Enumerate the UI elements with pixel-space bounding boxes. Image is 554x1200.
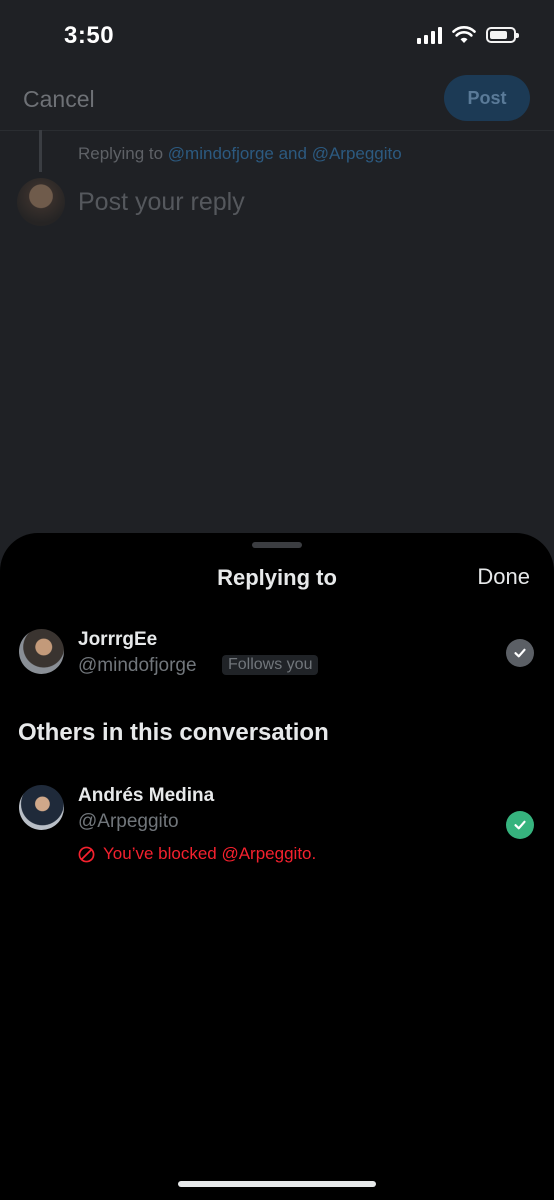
avatar <box>19 785 64 830</box>
user-handle: @Arpeggito <box>78 811 179 832</box>
avatar <box>17 178 65 226</box>
avatar <box>19 629 64 674</box>
user-handle: @mindofjorge <box>78 655 197 676</box>
user-name: JorrrgEe <box>78 629 158 650</box>
wifi-icon <box>452 26 476 43</box>
cancel-button[interactable]: Cancel <box>23 86 95 113</box>
thread-line <box>39 130 42 172</box>
others-section-title: Others in this conversation <box>18 719 329 746</box>
done-button[interactable]: Done <box>477 564 530 590</box>
status-icons <box>417 26 519 44</box>
post-button[interactable]: Post <box>444 75 530 121</box>
replying-to-handles[interactable]: @mindofjorge and @Arpeggito <box>168 144 402 163</box>
cellular-signal-icon <box>417 26 442 44</box>
user-name: Andrés Medina <box>78 785 215 806</box>
replying-to-sheet: Replying to Done JorrrgEe @mindofjorge F… <box>0 533 554 1200</box>
blocked-notice: You’ve blocked @Arpeggito. <box>78 844 316 864</box>
blocked-notice-text: You’ve blocked @Arpeggito. <box>103 844 317 863</box>
reply-input[interactable]: Post your reply <box>78 188 245 217</box>
replying-to-prefix: Replying to <box>78 144 164 163</box>
follows-you-badge: Follows you <box>222 655 319 675</box>
primary-user-row[interactable]: JorrrgEe @mindofjorge Follows you <box>0 625 554 685</box>
status-time: 3:50 <box>64 22 115 49</box>
battery-icon <box>486 27 519 43</box>
compose-header: Cancel Post <box>0 70 554 131</box>
selected-check-icon[interactable] <box>506 639 534 667</box>
selected-check-icon[interactable] <box>506 811 534 839</box>
sheet-title: Replying to <box>217 565 337 590</box>
blocked-icon <box>78 846 95 862</box>
compose-row: Post your reply <box>17 178 537 228</box>
replying-to-line: Replying to @mindofjorge and @Arpeggito <box>78 144 402 164</box>
status-bar: 3:50 <box>0 0 554 70</box>
sheet-grabber[interactable] <box>252 542 302 548</box>
home-indicator[interactable] <box>178 1181 376 1187</box>
